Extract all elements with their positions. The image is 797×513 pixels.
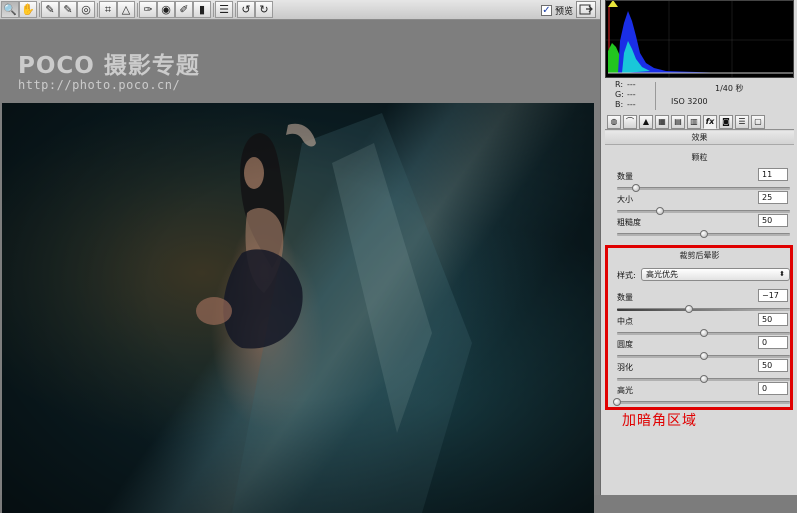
- shadow-clipping-icon[interactable]: [608, 1, 618, 7]
- watermark: POCO 摄影专题 http://photo.poco.cn/: [18, 46, 200, 92]
- graduated-filter-icon[interactable]: ▮: [193, 1, 211, 18]
- grain-roughness-slider[interactable]: 粗糙度 50: [615, 214, 790, 241]
- shutter-speed: 1/40 秒: [715, 84, 744, 93]
- snapshots-tab-icon[interactable]: ▢: [751, 115, 765, 129]
- rotate-right-icon[interactable]: ↻: [255, 1, 273, 18]
- split-toning-tab-icon[interactable]: ▤: [671, 115, 685, 129]
- slider-value-field[interactable]: 11: [758, 168, 788, 181]
- slider-track[interactable]: [617, 210, 790, 213]
- exif-readout: R: --- G: --- B: --- 1/40 秒 ISO 3200: [605, 80, 794, 112]
- slider-value-field[interactable]: 50: [758, 214, 788, 227]
- r-value: ---: [627, 80, 636, 89]
- b-label: B:: [615, 100, 624, 109]
- red-eye-icon[interactable]: ◉: [157, 1, 175, 18]
- readout-divider: [655, 82, 656, 110]
- hsl-tab-icon[interactable]: ▦: [655, 115, 669, 129]
- annotation-label: 加暗角区域: [622, 413, 697, 429]
- white-balance-icon[interactable]: ✎: [41, 1, 59, 18]
- tone-curve-tab-icon[interactable]: ⌒: [623, 115, 637, 129]
- camera-calibration-tab-icon[interactable]: ◙: [719, 115, 733, 129]
- effects-tab-icon[interactable]: fx: [703, 115, 717, 129]
- preview-checkbox[interactable]: ✓: [541, 4, 552, 16]
- toolbar-divider: [39, 3, 40, 17]
- toolbar: 🔍 ✋ ✎ ✎ ◎ ⌗ △ ✑ ◉ ✐ ▮ ☰ ↺ ↻ ✓ 预览: [0, 0, 600, 20]
- slider-thumb[interactable]: [656, 207, 665, 215]
- histogram: [605, 0, 794, 78]
- toolbar-divider: [97, 3, 98, 17]
- lens-corrections-tab-icon[interactable]: ▥: [687, 115, 701, 129]
- watermark-brand: POCO 摄影专题: [18, 53, 200, 79]
- toolbar-divider: [137, 3, 138, 17]
- iso-value: ISO 3200: [671, 97, 708, 106]
- detail-tab-icon[interactable]: ▲: [639, 115, 653, 129]
- photo-preview[interactable]: [2, 103, 594, 513]
- target-adjust-icon[interactable]: ◎: [77, 1, 95, 18]
- panel-tabs: ◍ ⌒ ▲ ▦ ▤ ▥ fx ◙ ☰ ▢: [605, 114, 794, 130]
- adjustment-brush-icon[interactable]: ✐: [175, 1, 193, 18]
- presets-tab-icon[interactable]: ☰: [735, 115, 749, 129]
- vignette-overlay: [2, 103, 594, 513]
- slider-thumb[interactable]: [699, 230, 708, 238]
- slider-value-field[interactable]: 25: [758, 191, 788, 204]
- color-sampler-icon[interactable]: ✎: [59, 1, 77, 18]
- spot-removal-icon[interactable]: ✑: [139, 1, 157, 18]
- vignette-highlight-box: [605, 245, 793, 410]
- hand-icon[interactable]: ✋: [19, 1, 37, 18]
- straighten-icon[interactable]: △: [117, 1, 135, 18]
- watermark-url: http://photo.poco.cn/: [18, 78, 181, 92]
- histogram-plot: [606, 1, 793, 77]
- toolbar-divider: [213, 3, 214, 17]
- panel-title: 效果: [605, 131, 794, 145]
- preview-label: 预览: [555, 6, 574, 17]
- fullscreen-icon[interactable]: [576, 1, 596, 18]
- slider-label: 粗糙度: [617, 218, 641, 227]
- g-value: ---: [627, 90, 636, 99]
- toolbar-divider: [235, 3, 236, 17]
- rgb-readout: R: --- G: --- B: ---: [615, 80, 636, 110]
- b-value: ---: [627, 100, 636, 109]
- slider-track[interactable]: [617, 187, 790, 190]
- grain-section-title: 颗粒: [691, 153, 708, 162]
- g-label: G:: [615, 90, 624, 99]
- image-canvas[interactable]: POCO 摄影专题 http://photo.poco.cn/: [0, 20, 600, 513]
- fullscreen-glyph: [579, 4, 593, 15]
- slider-thumb[interactable]: [632, 184, 641, 192]
- r-label: R:: [615, 80, 624, 89]
- slider-label: 大小: [617, 195, 633, 204]
- crop-icon[interactable]: ⌗: [99, 1, 117, 18]
- zoom-icon[interactable]: 🔍: [1, 1, 19, 18]
- preferences-icon[interactable]: ☰: [215, 1, 233, 18]
- rotate-left-icon[interactable]: ↺: [237, 1, 255, 18]
- preview-toggle[interactable]: ✓ 预览: [541, 3, 573, 17]
- slider-label: 数量: [617, 172, 633, 181]
- basic-tab-icon[interactable]: ◍: [607, 115, 621, 129]
